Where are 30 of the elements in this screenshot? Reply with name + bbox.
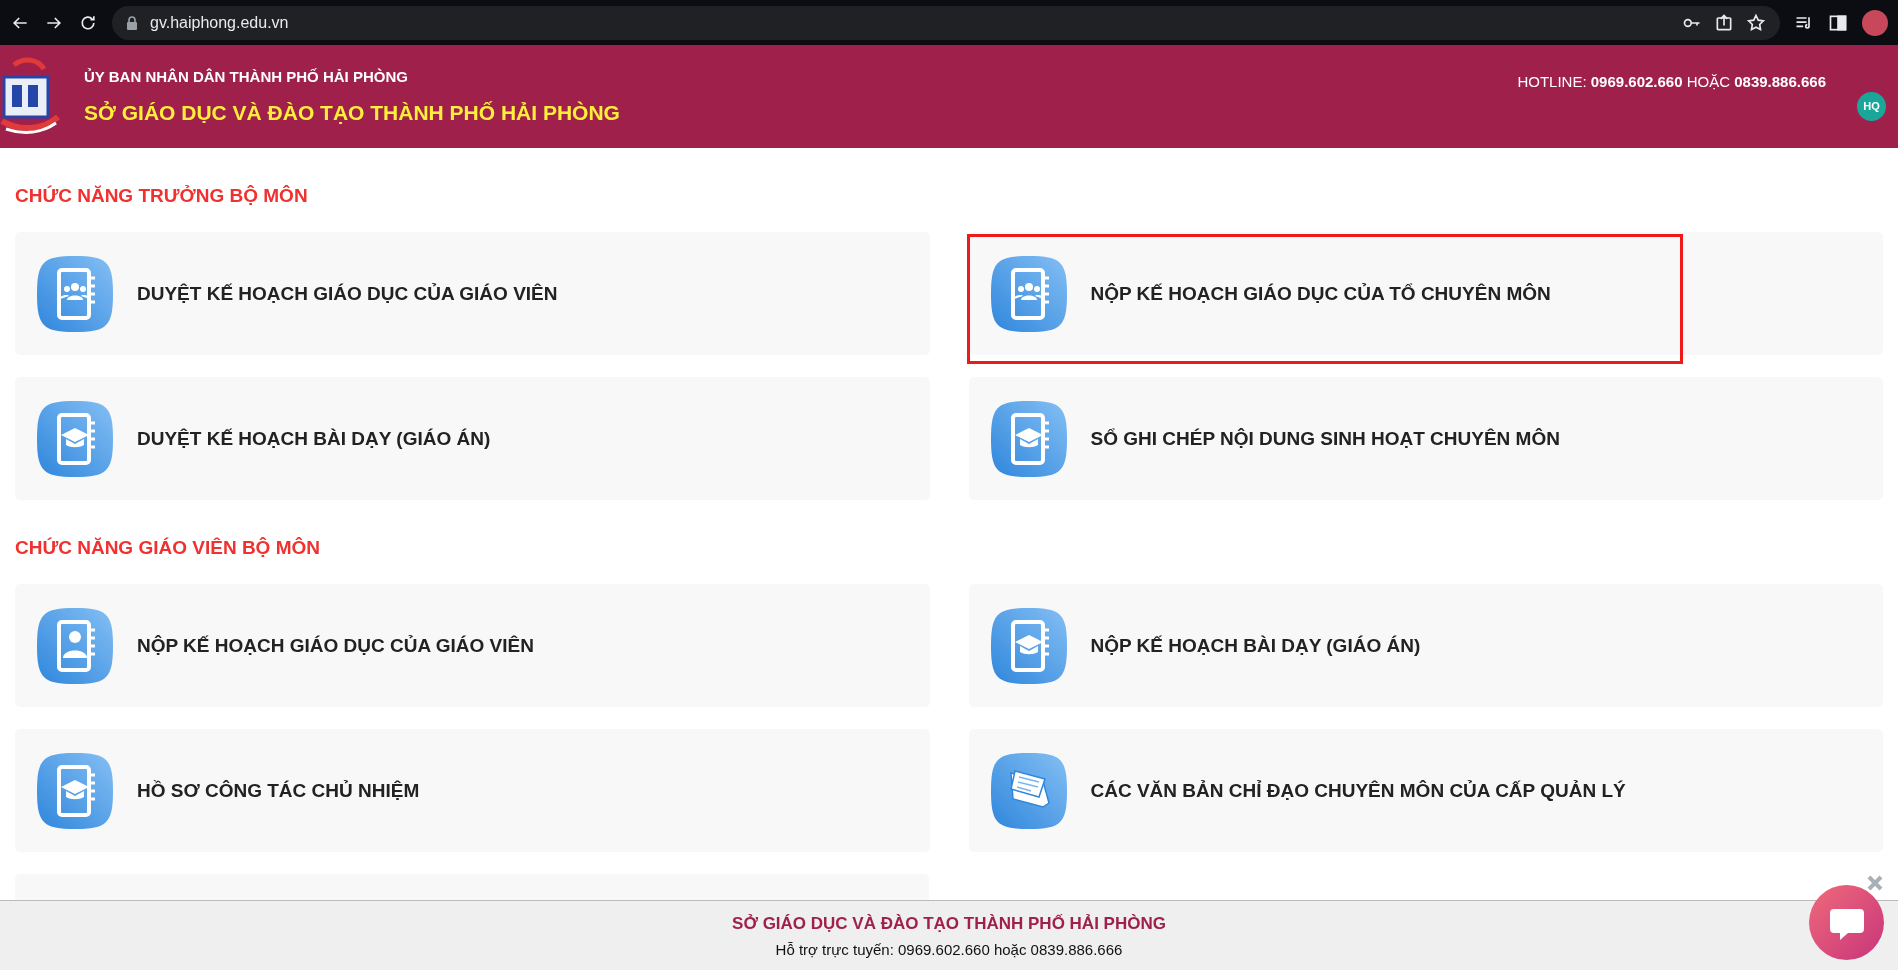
function-card[interactable]: CÁC VĂN BẢN CHỈ ĐẠO CHUYÊN MÔN CỦA CẤP QUẢN LÝ [968,729,1883,852]
close-icon [1866,874,1884,892]
function-card[interactable]: NỘP KẾ HOẠCH GIÁO DỤC CỦA GIÁO VIÊN [15,584,930,707]
notebook-icon [988,398,1069,479]
footer-title: SỞ GIÁO DỤC VÀ ĐÀO TẠO THÀNH PHỐ HẢI PHÒNG [732,913,1166,934]
organization-name: ỦY BAN NHÂN DÂN THÀNH PHỐ HẢI PHÒNG [84,68,409,85]
hotline-text: HOTLINE: 0969.602.660 HOẶC 0839.886.666 [1517,72,1826,90]
address-bar[interactable]: gv.haiphong.edu.vn [112,5,1780,40]
documents-icon [988,750,1069,831]
notebook-icon [35,605,115,686]
notebook-icon [35,750,115,831]
url-text: gv.haiphong.edu.vn [150,13,289,32]
function-card[interactable]: HỒ SƠ CÔNG TÁC CHỦ NHIỆM [15,729,930,852]
share-icon[interactable] [1714,12,1734,33]
lock-icon [126,15,138,30]
notebook-icon [988,253,1069,334]
function-card[interactable]: NỘP KẾ HOẠCH BÀI DẠY (GIÁO ÁN) [968,584,1883,707]
function-card[interactable]: NỘP KẾ HOẠCH GIÁO DỤC CỦA TỔ CHUYÊN MÔN [968,232,1883,355]
profile-avatar[interactable] [1862,9,1888,36]
function-card[interactable]: SỔ GHI CHÉP NỘI DUNG SINH HOẠT CHUYÊN MÔN [968,377,1883,500]
section-title: CHỨC NĂNG GIÁO VIÊN BỘ MÔN [15,536,321,560]
notebook-icon [35,253,115,334]
notebook-icon [988,605,1069,686]
support-text: Hỗ trợ trực tuyến: 0969.602.660 hoặc 0839.886.666 [775,940,1123,958]
star-icon[interactable] [1746,12,1766,33]
function-card[interactable]: DUYỆT KẾ HOẠCH GIÁO DỤC CỦA GIÁO VIÊN [15,232,930,355]
department-title: SỞ GIÁO DỤC VÀ ĐÀO TẠO THÀNH PHỐ HẢI PHÒNG [84,101,620,125]
section-title: CHỨC NĂNG TRƯỞNG BỘ MÔN [15,184,309,208]
notebook-icon [35,398,115,479]
function-card[interactable]: DUYỆT KẾ HOẠCH BÀI DẠY (GIÁO ÁN) [15,377,930,500]
